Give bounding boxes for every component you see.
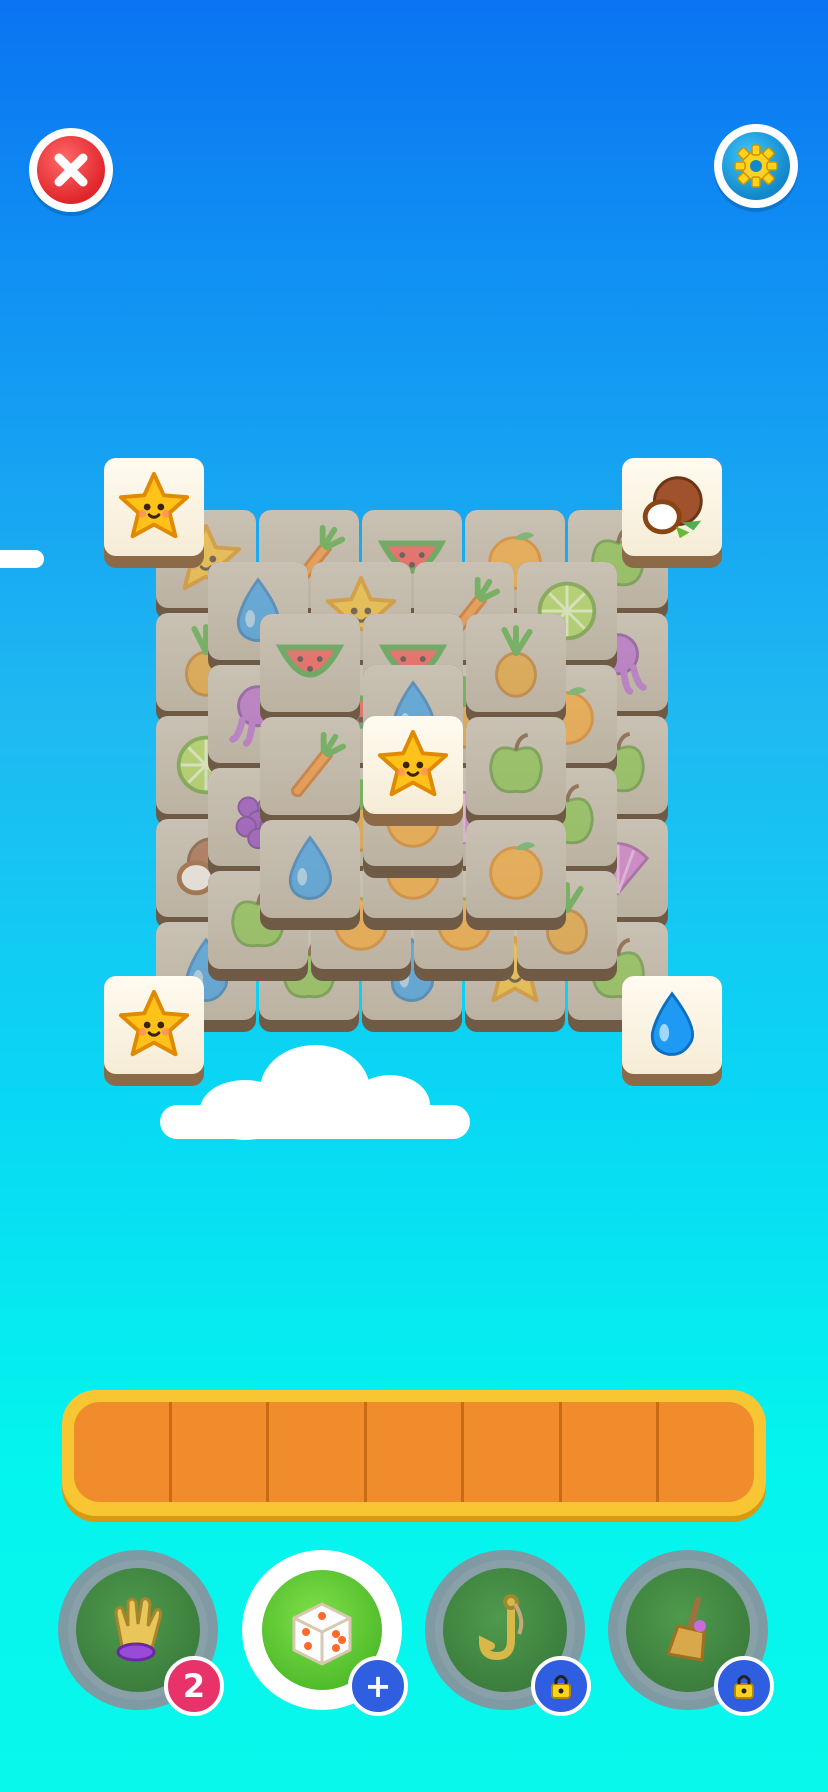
tray-slot [172,1402,270,1502]
cloud-bottom [160,1045,470,1145]
gear-icon [722,132,790,200]
board-tile[interactable] [260,614,360,724]
star-icon [363,716,463,814]
tray-slot [269,1402,367,1502]
tray-slot [464,1402,562,1502]
board-tile[interactable] [466,614,566,724]
free-tile-top-right[interactable] [622,458,722,568]
apple-icon [466,717,566,815]
board-tile[interactable] [466,717,566,827]
free-tile-top-left[interactable] [104,458,204,568]
tray-slot [74,1402,172,1502]
tile-tray [62,1390,766,1516]
plus-badge: + [348,1656,408,1716]
tray-slot [562,1402,660,1502]
broom-booster-button[interactable] [608,1550,774,1716]
tray-slot [659,1402,754,1502]
cloud-left [0,550,44,568]
water-drop-icon [622,976,722,1074]
dice-booster-button[interactable]: + [242,1550,408,1716]
tray-slots [74,1402,754,1502]
free-tile-center[interactable] [363,716,463,826]
tray-slot [367,1402,465,1502]
glove-booster-button[interactable]: 2 [58,1550,224,1716]
drop-icon [260,820,360,918]
carrot-icon [260,717,360,815]
count-badge: 2 [164,1656,224,1716]
coconut-icon [622,458,722,556]
pineapple-icon [466,614,566,712]
close-icon [37,136,105,204]
lock-icon [714,1656,774,1716]
board-tile[interactable] [466,820,566,930]
board-tile[interactable] [260,820,360,930]
settings-button[interactable] [714,124,798,208]
close-button[interactable] [29,128,113,212]
board-tile[interactable] [260,717,360,827]
star-icon [104,976,204,1074]
star-icon [104,458,204,556]
lock-icon [531,1656,591,1716]
free-tile-bottom-right[interactable] [622,976,722,1086]
free-tile-bottom-left-star[interactable] [104,976,204,1086]
orange-icon [466,820,566,918]
hook-booster-button[interactable] [425,1550,591,1716]
watermelon-icon [260,614,360,712]
